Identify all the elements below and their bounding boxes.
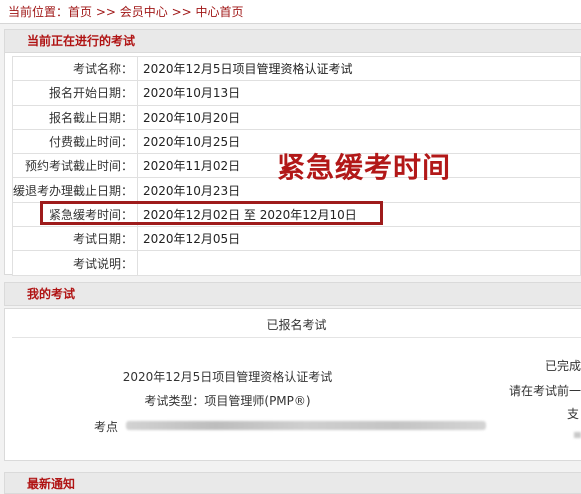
registered-exam-type: 考试类型：项目管理师(PMP®) [144,394,311,408]
table-row: 考试说明： [11,250,581,276]
exam-name-value: 2020年12月5日项目管理资格认证考试 [137,55,581,82]
breadcrumb-prefix: 当前位置： [8,5,69,19]
reg-end-label: 报名截止日期： [11,104,139,130]
breadcrumb-center-link[interactable]: 中心首页 [196,5,244,19]
current-exam-header: 当前正在进行的考试 [4,29,581,53]
exam-date-label: 考试日期： [11,226,139,252]
exam-hint: 请在考试前一 [509,384,581,398]
table-row: 报名开始日期： 2020年10月13日 [11,80,581,106]
exam-name-label: 考试名称： [11,55,139,82]
latest-notices-header: 最新通知 [4,472,581,494]
exam-notes-label: 考试说明： [11,250,139,276]
table-row: 报名截止日期： 2020年10月20日 [11,104,581,130]
registered-exams-title: 已报名考试 [12,312,581,338]
breadcrumb-home-link[interactable]: 首页 [68,5,92,19]
breadcrumb: 当前位置：首页 >> 会员中心 >> 中心首页 [0,0,581,24]
deferral-deadline-label: 缓退考办理截止日期： [11,177,139,203]
my-exam-header: 我的考试 [4,282,581,306]
breadcrumb-separator: >> [92,5,120,19]
breadcrumb-separator: >> [167,5,196,19]
registration-status: 已完成 [545,359,581,373]
reg-start-value: 2020年10月13日 [137,80,581,106]
reg-start-label: 报名开始日期： [11,80,139,106]
exam-notes-value [137,250,581,276]
reg-end-value: 2020年10月20日 [137,104,581,130]
exam-site-redacted [126,421,486,430]
emergency-deferral-highlight [40,201,383,225]
booking-deadline-label: 预约考试截止时间： [11,153,139,179]
payment-link[interactable]: 支 [567,405,579,422]
table-row: 考试名称： 2020年12月5日项目管理资格认证考试 [11,55,581,82]
exam-date-value: 2020年12月05日 [137,226,581,252]
emergency-deferral-annotation: 紧急缓考时间 [277,151,452,184]
redacted-mark [574,432,581,438]
exam-site-label: 考点 [94,420,119,434]
registered-exam-name: 2020年12月5日项目管理资格认证考试 [122,370,333,384]
payment-deadline-label: 付费截止时间： [11,128,139,155]
table-row: 考试日期： 2020年12月05日 [11,226,581,252]
breadcrumb-member-link[interactable]: 会员中心 [120,5,168,19]
